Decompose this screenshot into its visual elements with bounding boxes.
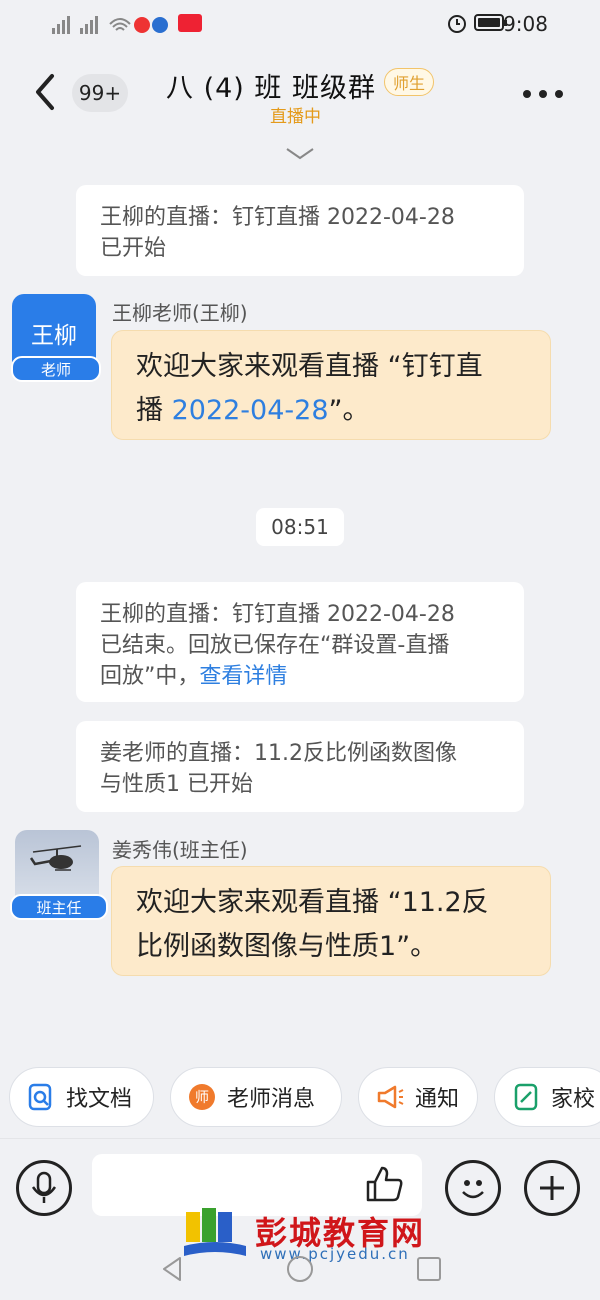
nav-home-icon[interactable] [285,1254,315,1284]
more-options-icon[interactable] [522,88,564,100]
message-text: 欢迎大家来观看直播 “11.2反 [136,887,489,918]
clock: 9:08 [503,12,548,36]
message-text: 欢迎大家来观看直播 “钉钉直 [136,351,483,382]
quick-action-label: 老师消息 [227,1087,316,1112]
message-bubble[interactable]: 欢迎大家来观看直播 “钉钉直 播 2022-04-28”。 [111,330,551,440]
system-message-live-started: 王柳的直播：钉钉直播 2022-04-28 已开始 [76,185,524,276]
system-message-line: 王柳的直播：钉钉直播 2022-04-28 [100,602,455,627]
emoji-button[interactable] [445,1160,501,1216]
quick-action-notice[interactable]: 通知 [358,1067,478,1127]
quick-action-find-docs[interactable]: 找文档 [9,1067,154,1127]
role-badge: 班主任 [10,894,108,920]
quick-action-teacher-messages[interactable]: 师 老师消息 [170,1067,342,1127]
microphone-icon [31,1171,57,1203]
megaphone-icon [377,1085,404,1109]
chat-title[interactable]: 八 (4) 班 班级群 [166,66,376,105]
status-bar: 9:08 [0,0,600,46]
system-message-line: 与性质1 已开始 [100,772,253,797]
sender-name: 姜秀伟(班主任) [112,838,248,862]
sender-name: 王柳老师(王柳) [112,301,248,325]
watermark-logo-icon [184,1208,246,1256]
nav-recents-icon[interactable] [414,1254,444,1284]
system-message-line: 已结束。回放已保存在“群设置-直播 [100,633,450,658]
system-message-line: 已开始 [100,236,167,261]
message-bubble[interactable]: 欢迎大家来观看直播 “11.2反 比例函数图像与性质1”。 [111,866,551,976]
signal-icons [52,16,168,34]
teacher-message-icon: 师 [189,1084,215,1110]
live-status[interactable]: 直播中 [270,102,321,127]
message-text: 播 [136,395,172,426]
quick-action-label: 找文档 [66,1087,133,1112]
add-button[interactable] [524,1160,580,1216]
system-message-live-started: 姜老师的直播：11.2反比例函数图像 与性质1 已开始 [76,721,524,812]
back-arrow-icon[interactable] [30,70,64,114]
thumbs-up-icon[interactable] [362,1162,406,1206]
svg-text:师: 师 [195,1090,209,1106]
chevron-down-icon[interactable] [284,146,316,162]
system-message-line: 王柳的直播：钉钉直播 2022-04-28 [100,205,455,230]
plus-icon [540,1176,564,1200]
quick-action-label: 家校 [551,1087,596,1112]
view-details-link[interactable]: 查看详情 [199,664,287,689]
unread-count-badge[interactable]: 99+ [72,74,128,112]
nav-back-icon[interactable] [158,1254,188,1284]
watermark-url: www.pcjyedu.cn [260,1245,410,1263]
doc-search-icon [28,1083,52,1111]
message-text: ”。 [328,395,370,426]
smiley-icon [462,1180,484,1199]
role-badge: 老师 [11,356,101,382]
message-text: 比例函数图像与性质1”。 [136,931,438,962]
system-message-line: 回放”中， [100,664,200,689]
date-link[interactable]: 2022-04-28 [172,395,329,426]
system-message-line: 姜老师的直播：11.2反比例函数图像 [100,741,457,766]
quick-action-label: 通知 [415,1087,460,1112]
time-divider: 08:51 [256,508,344,546]
quick-action-home-school[interactable]: 家校 [494,1067,600,1127]
role-tag: 师生 [384,68,434,96]
news-app-icon [178,14,202,32]
alarm-icon [448,15,466,33]
voice-button[interactable] [16,1160,72,1216]
system-message-live-ended: 王柳的直播：钉钉直播 2022-04-28 已结束。回放已保存在“群设置-直播 … [76,582,524,702]
home-school-icon [514,1083,538,1111]
